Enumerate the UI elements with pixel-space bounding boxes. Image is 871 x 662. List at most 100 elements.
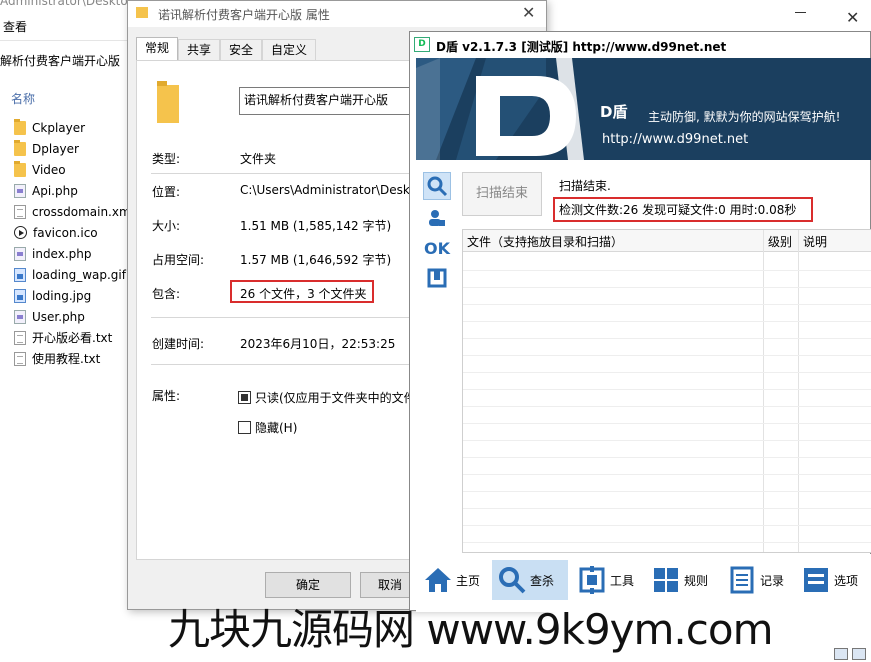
size-value: 1.51 MB (1,585,142 字节) [240, 219, 392, 233]
list-item[interactable]: User.php [14, 306, 134, 327]
dshield-window: D D盾 v2.1.7.3 [测试版] http://www.d99net.ne… [409, 31, 871, 612]
nav-rules[interactable]: 规则 [646, 560, 718, 600]
nav-scan[interactable]: 查杀 [492, 560, 568, 600]
php-file-icon [14, 309, 26, 324]
disk-size-label: 占用空间: [152, 253, 205, 267]
rules-icon [654, 568, 678, 592]
column-header-desc[interactable]: 说明 [803, 233, 827, 250]
close-icon[interactable]: ✕ [846, 10, 859, 26]
list-item[interactable]: favicon.ico [14, 222, 134, 243]
list-item[interactable]: crossdomain.xml [14, 201, 134, 222]
file-list: Ckplayer Dplayer Video Api.php crossdomain.x… [14, 117, 134, 369]
nav-tools-label: 工具 [610, 573, 635, 588]
list-item[interactable]: 使用教程.txt [14, 348, 134, 369]
nav-rules-label: 规则 [684, 573, 709, 588]
minimize-icon[interactable] [795, 12, 806, 13]
table-row [463, 457, 871, 458]
dshield-sidebar: OK [416, 160, 460, 554]
php-file-icon [14, 183, 26, 198]
scan-status: 扫描结束. [559, 179, 611, 193]
ribbon-divider [0, 40, 130, 41]
checkbox-unchecked-icon[interactable] [238, 421, 251, 434]
text-file-icon [14, 204, 26, 219]
banner-brand: D盾 [600, 103, 628, 121]
table-row [463, 389, 871, 390]
highlight-box [553, 197, 813, 222]
file-name: Dplayer [32, 141, 79, 156]
tab-security[interactable]: 安全 [220, 39, 263, 61]
banner-slogan: 主动防御, 默默为你的网站保驾护航! [648, 110, 841, 124]
scan-search-icon[interactable] [423, 172, 451, 200]
hidden-checkbox[interactable]: 隐藏(H) [238, 419, 297, 436]
table-row [463, 406, 871, 407]
nav-home-label: 主页 [456, 573, 481, 588]
list-item[interactable]: Ckplayer [14, 117, 134, 138]
list-item[interactable]: index.php [14, 243, 134, 264]
column-header-level[interactable]: 级别 [768, 233, 792, 250]
table-header: 文件（支持拖放目录和扫描） 级别 说明 [463, 230, 871, 252]
thumbnail-view-icon[interactable] [852, 648, 866, 660]
ok-button[interactable]: 确定 [265, 572, 351, 598]
list-item[interactable]: loding.jpg [14, 285, 134, 306]
desktop: Administrator\Desktop\ ✕ 查看 解析付费客户端开心版 名… [0, 0, 871, 662]
clean-icon[interactable] [423, 264, 451, 292]
results-table[interactable]: 文件（支持拖放目录和扫描） 级别 说明 [462, 229, 871, 553]
details-view-icon[interactable] [834, 648, 848, 660]
tab-general[interactable]: 常规 [136, 37, 179, 61]
dshield-logo-icon: D [414, 37, 430, 52]
size-label: 大小: [152, 219, 181, 233]
watermark-text: 九块九源码网 www.9k9ym.com [168, 605, 773, 654]
home-icon [425, 568, 451, 592]
checkbox-checked-icon[interactable] [238, 391, 251, 404]
disk-size-value: 1.57 MB (1,646,592 字节) [240, 253, 392, 267]
table-row [463, 338, 871, 339]
php-file-icon [14, 246, 26, 261]
table-row [463, 304, 871, 305]
list-item[interactable]: 开心版必看.txt [14, 327, 134, 348]
table-row [463, 525, 871, 526]
table-row [463, 508, 871, 509]
list-item[interactable]: loading_wap.gif [14, 264, 134, 285]
location-value: C:\Users\Administrator\Desktop [240, 183, 430, 197]
table-row [463, 423, 871, 424]
list-item[interactable]: Video [14, 159, 134, 180]
text-file-icon [14, 330, 26, 345]
folder-icon [136, 7, 148, 18]
image-file-icon [14, 288, 26, 303]
nav-options-label: 选项 [834, 573, 859, 588]
tab-sharing[interactable]: 共享 [178, 39, 221, 61]
nav-options[interactable]: 选项 [796, 560, 868, 600]
file-name: Video [32, 162, 66, 177]
dialog-titlebar: 诺讯解析付费客户端开心版 属性 ✕ [128, 1, 546, 27]
nav-log-label: 记录 [760, 573, 785, 588]
dshield-banner: D盾 主动防御, 默默为你的网站保驾护航! http://www.d99net.… [416, 58, 871, 160]
close-icon[interactable]: ✕ [522, 3, 535, 22]
table-row [463, 270, 871, 271]
column-header-name[interactable]: 名称 [11, 90, 35, 107]
table-row [463, 287, 871, 288]
dshield-title: D盾 v2.1.7.3 [测试版] http://www.d99net.net [436, 40, 727, 54]
column-header-file[interactable]: 文件（支持拖放目录和扫描） [467, 233, 623, 250]
ok-icon[interactable]: OK [423, 234, 451, 262]
tools-icon [579, 566, 605, 594]
nav-home[interactable]: 主页 [418, 560, 490, 600]
folder-icon [14, 160, 26, 177]
file-name: Api.php [32, 183, 78, 198]
location-label: 位置: [152, 185, 181, 199]
user-scan-icon[interactable] [423, 204, 451, 232]
tab-customize[interactable]: 自定义 [262, 39, 317, 61]
folder-icon [157, 81, 179, 123]
table-row [463, 372, 871, 373]
nav-log[interactable]: 记录 [722, 560, 794, 600]
options-icon [804, 568, 828, 592]
magnifier-icon [499, 567, 526, 594]
readonly-label: 只读(仅应用于文件夹中的文件) [255, 391, 421, 405]
breadcrumb[interactable]: 解析付费客户端开心版 [0, 52, 120, 69]
view-menu[interactable]: 查看 [3, 18, 27, 35]
readonly-checkbox[interactable]: 只读(仅应用于文件夹中的文件) [238, 389, 420, 406]
nav-tools[interactable]: 工具 [572, 560, 644, 600]
list-item[interactable]: Dplayer [14, 138, 134, 159]
file-name: loading_wap.gif [32, 267, 126, 282]
list-item[interactable]: Api.php [14, 180, 134, 201]
scan-finished-button[interactable]: 扫描结束 [462, 172, 542, 216]
